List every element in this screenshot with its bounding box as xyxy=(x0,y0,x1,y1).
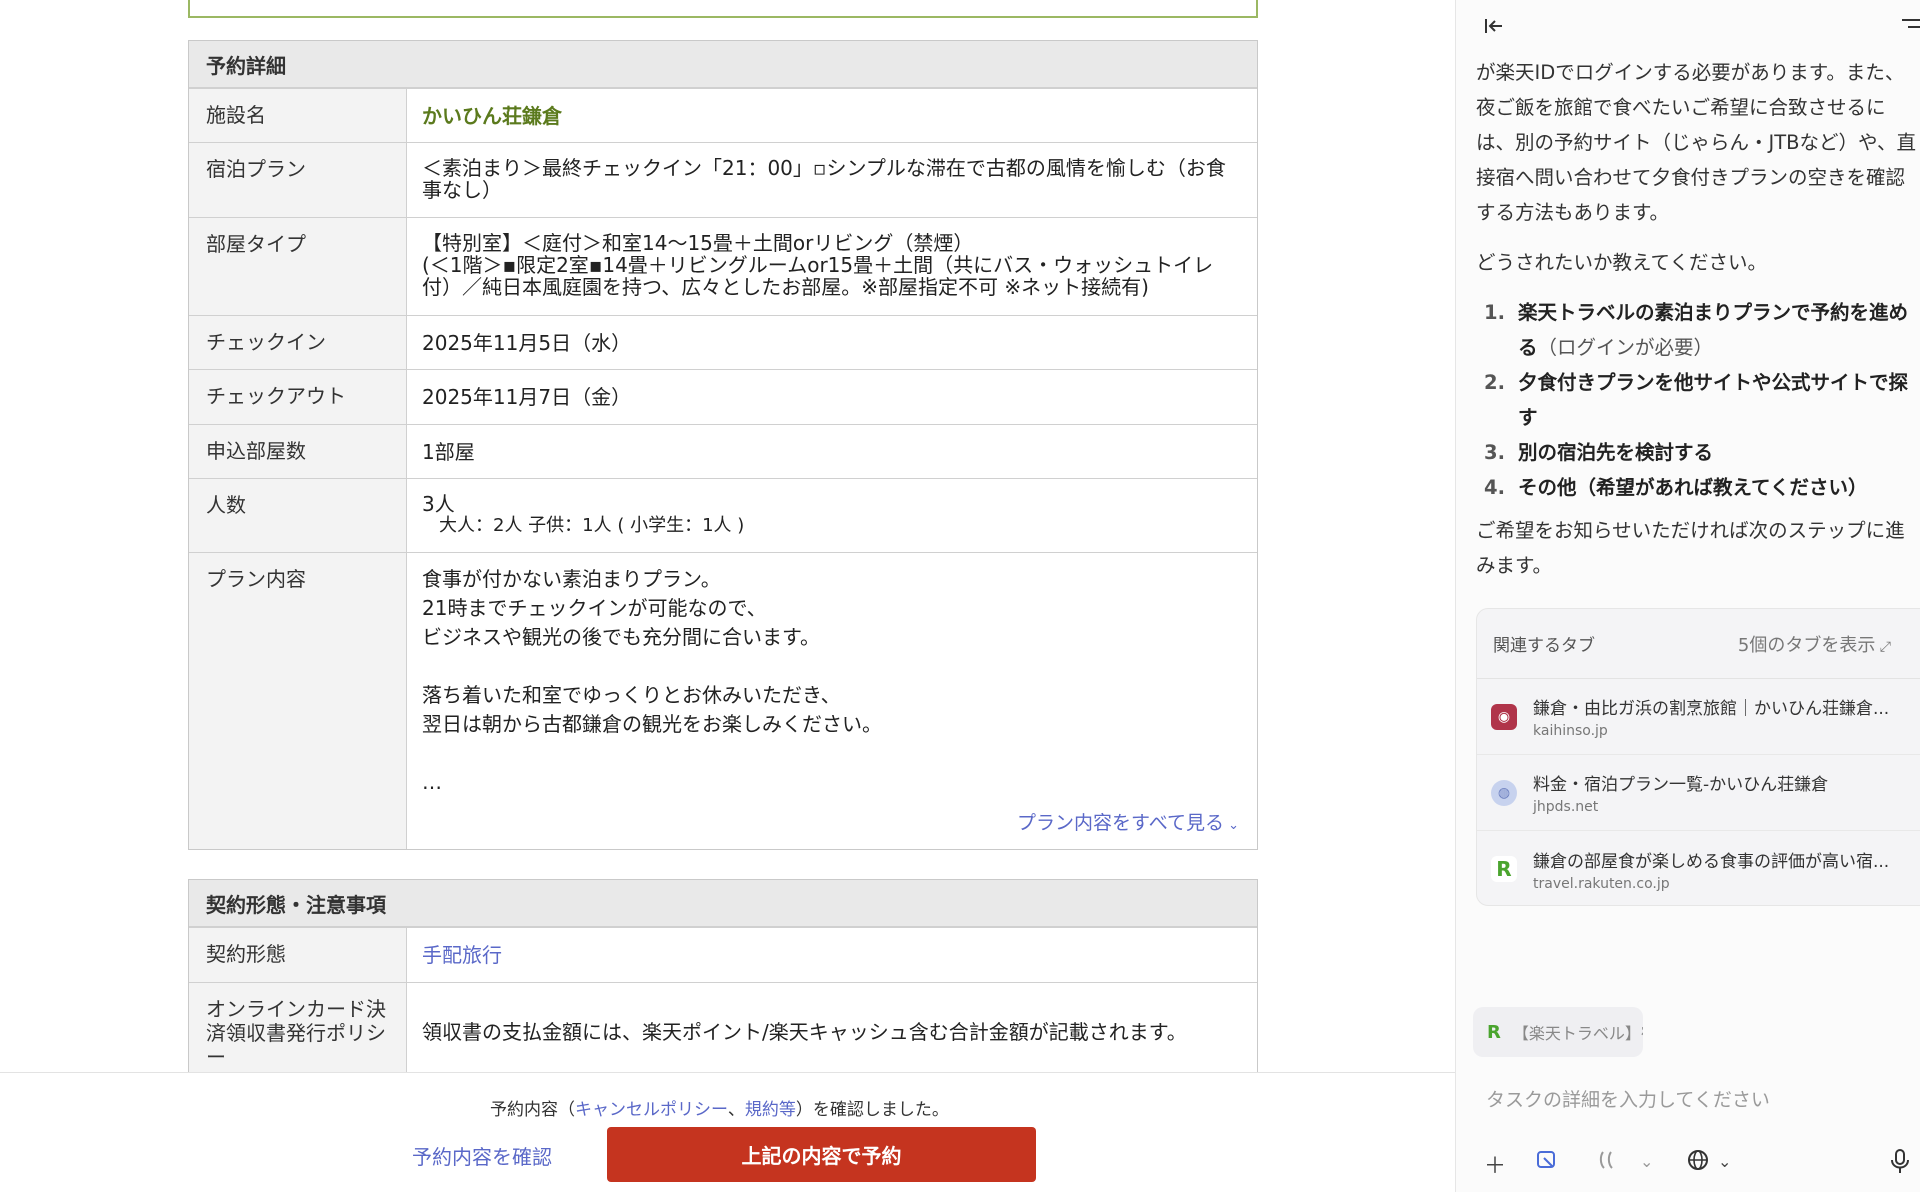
row-label: チェックアウト xyxy=(189,370,407,424)
globe-icon[interactable] xyxy=(1686,1148,1710,1172)
row-label: 部屋タイプ xyxy=(189,218,407,315)
collapse-panel-icon[interactable] xyxy=(1482,14,1506,38)
booking-page: 予約詳細 施設名 かいひん荘鎌倉 宿泊プラン ＜素泊まり＞最終チェックイン「21… xyxy=(0,0,1455,1192)
room-count: 1部屋 xyxy=(422,440,475,464)
message-paragraph: どうされたいか教えてください。 xyxy=(1476,251,1767,274)
plan-line: 食事が付かない素泊まりプラン。 xyxy=(422,567,721,591)
context-tab-chip[interactable]: R 【楽天トラベル】宿 xyxy=(1473,1007,1643,1057)
row-contract-type: 契約形態 手配旅行 xyxy=(189,927,1257,982)
task-input[interactable]: タスクの詳細を入力してください xyxy=(1486,1085,1770,1112)
plan-details: 食事が付かない素泊まりプラン。 21時までチェックインが可能なので、 ビジネスや… xyxy=(407,553,1257,849)
row-label: 申込部屋数 xyxy=(189,425,407,478)
guest-total: 3人 xyxy=(422,492,455,516)
contract-header: 契約形態・注意事項 xyxy=(189,880,1257,927)
related-tab-item[interactable]: R 鎌倉の部屋食が楽しめる食事の評価が高い宿... travel.rakuten… xyxy=(1477,831,1920,905)
row-plan-details: プラン内容 食事が付かない素泊まりプラン。 21時までチェックインが可能なので、… xyxy=(189,552,1257,849)
room-type-line: 【特別室】＜庭付＞和室14〜15畳＋土間orリビング（禁煙） xyxy=(422,231,974,255)
row-label: プラン内容 xyxy=(189,553,407,849)
message-paragraph: ご希望をお知らせいただければ次のステップに進みます。 xyxy=(1476,519,1905,577)
see-all-plan-link[interactable]: プラン内容をすべて見る ⌄ xyxy=(1017,808,1239,835)
confirm-statement: 予約内容（キャンセルポリシー、規約等）を確認しました。 xyxy=(490,1100,949,1120)
row-guests: 人数 3人 大人：2人 子供：1人 ( 小学生：1人 ) xyxy=(189,478,1257,552)
booking-footer: 予約内容（キャンセルポリシー、規約等）を確認しました。 予約内容を確認 上記の内… xyxy=(0,1072,1455,1192)
related-tabs-header: 関連するタブ 5個のタブを表示 ⤢ xyxy=(1477,609,1920,679)
row-label: チェックイン xyxy=(189,316,407,369)
row-label: 施設名 xyxy=(189,89,407,142)
plan-line: 21時までチェックインが可能なので、 xyxy=(422,596,767,620)
message-paragraph: が楽天IDでログインする必要があります。また、夜ご飯を旅館で食べたいご希望に合致… xyxy=(1476,61,1916,224)
tab-domain: jhpds.net xyxy=(1533,799,1599,815)
option-item: 3. 別の宿泊先を検討する xyxy=(1484,441,1714,464)
tab-title: 鎌倉の部屋食が楽しめる食事の評価が高い宿... xyxy=(1533,851,1890,872)
options-list: 1. 楽天トラベルの素泊まりプランで予約を進める（ログインが必要） 2. 夕食付きプ… xyxy=(1476,295,1920,505)
room-type-value: 【特別室】＜庭付＞和室14〜15畳＋土間orリビング（禁煙） (＜1階＞▪限定2… xyxy=(407,218,1257,315)
row-room-type: 部屋タイプ 【特別室】＜庭付＞和室14〜15畳＋土間orリビング（禁煙） (＜1… xyxy=(189,217,1257,315)
plan-line xyxy=(422,739,1242,768)
option-item: 1. 楽天トラベルの素泊まりプランで予約を進める（ログインが必要） xyxy=(1484,301,1909,359)
tab-domain: travel.rakuten.co.jp xyxy=(1533,875,1670,892)
microphone-icon[interactable] xyxy=(1890,1148,1910,1174)
kaihinso-favicon-icon: ◉ xyxy=(1491,703,1517,730)
guest-count: 3人 大人：2人 子供：1人 ( 小学生：1人 ) xyxy=(407,479,1257,552)
mode-icon[interactable] xyxy=(1598,1148,1624,1172)
related-tab-item[interactable]: ◍ 料金・宿泊プラン一覧-かいひん荘鎌倉 jhpds.net xyxy=(1477,755,1920,831)
terms-link[interactable]: 規約等 xyxy=(745,1100,796,1120)
row-checkout: チェックアウト 2025年11月7日（金） xyxy=(189,369,1257,424)
related-tabs-card: 関連するタブ 5個のタブを表示 ⤢ ◉ 鎌倉・由比ガ浜の割烹旅館｜かいひん荘鎌倉… xyxy=(1476,608,1920,906)
room-type-line: (＜1階＞▪限定2室▪14畳＋リビングルームor15畳＋土間（共にバス・ウォッシ… xyxy=(422,253,1214,299)
related-tab-item[interactable]: ◉ 鎌倉・由比ガ浜の割烹旅館｜かいひん荘鎌倉... kaihinso.jp xyxy=(1477,679,1920,755)
plan-line: 落ち着いた和室でゆっくりとお休みいただき、 xyxy=(422,683,841,707)
contract-type-link[interactable]: 手配旅行 xyxy=(407,928,1257,982)
facility-name: かいひん荘鎌倉 xyxy=(422,104,562,128)
related-tabs-label: 関連するタブ xyxy=(1493,636,1595,656)
menu-icon[interactable] xyxy=(1898,16,1920,36)
contract-table: 契約形態・注意事項 契約形態 手配旅行 オンラインカード決済領収書発行ポリシー … xyxy=(188,879,1258,1093)
tab-domain: kaihinso.jp xyxy=(1533,723,1608,739)
confirm-reservation-link[interactable]: 予約内容を確認 xyxy=(412,1141,552,1170)
row-rooms: 申込部屋数 1部屋 xyxy=(189,424,1257,478)
show-tabs-button[interactable]: 5個のタブを表示 ⤢ xyxy=(1738,631,1891,657)
row-checkin: チェックイン 2025年11月5日（水） xyxy=(189,315,1257,369)
row-label: 人数 xyxy=(189,479,407,552)
chevron-down-icon: ⌄ xyxy=(1223,818,1239,833)
option-item: 4. その他（希望があれば教えてください） xyxy=(1484,476,1868,499)
row-label: 宿泊プラン xyxy=(189,143,407,217)
plan-line xyxy=(422,652,1242,681)
tab-title: 鎌倉・由比ガ浜の割烹旅館｜かいひん荘鎌倉... xyxy=(1533,699,1890,719)
row-label: 契約形態 xyxy=(189,928,407,982)
plan-line: ビジネスや観光の後でも充分間に合います。 xyxy=(422,625,820,649)
expand-icon: ⤢ xyxy=(1875,638,1891,655)
plan-line: 翌日は朝から古都鎌倉の観光をお楽しみください。 xyxy=(422,712,882,736)
chevron-down-icon[interactable]: ⌄ xyxy=(1640,1152,1653,1171)
checkout-date: 2025年11月7日（金） xyxy=(422,385,632,409)
rakuten-icon: R xyxy=(1487,1021,1501,1043)
option-item: 2. 夕食付きプランを他サイトや公式サイトで探す xyxy=(1484,371,1909,429)
plan-name: ＜素泊まり＞最終チェックイン「21：00」▫シンプルな滞在で古都の風情を愉しむ（… xyxy=(422,156,1226,202)
row-facility: 施設名 かいひん荘鎌倉 xyxy=(189,88,1257,142)
plan-line: … xyxy=(422,770,442,794)
assistant-panel: が楽天IDでログインする必要があります。また、夜ご飯を旅館で食べたいご希望に合致… xyxy=(1456,0,1920,1192)
globe-favicon-icon: ◍ xyxy=(1491,779,1517,806)
rakuten-favicon-icon: R xyxy=(1491,856,1517,882)
cancel-policy-link[interactable]: キャンセルポリシー xyxy=(575,1100,728,1120)
reserve-button[interactable]: 上記の内容で予約 xyxy=(607,1127,1036,1182)
row-plan: 宿泊プラン ＜素泊まり＞最終チェックイン「21：00」▫シンプルな滞在で古都の風… xyxy=(189,142,1257,217)
tab-title: 料金・宿泊プラン一覧-かいひん荘鎌倉 xyxy=(1533,775,1829,795)
screenshot-icon[interactable] xyxy=(1535,1148,1559,1172)
previous-section-box xyxy=(188,0,1258,18)
guest-breakdown: 大人：2人 子供：1人 ( 小学生：1人 ) xyxy=(439,515,745,536)
chevron-down-icon[interactable]: ⌄ xyxy=(1718,1152,1731,1171)
add-icon[interactable]: ＋ xyxy=(1484,1148,1506,1180)
assistant-message: が楽天IDでログインする必要があります。また、夜ご飯を旅館で食べたいご希望に合致… xyxy=(1476,55,1920,598)
reservation-details-table: 予約詳細 施設名 かいひん荘鎌倉 宿泊プラン ＜素泊まり＞最終チェックイン「21… xyxy=(188,40,1258,850)
reservation-details-header: 予約詳細 xyxy=(189,41,1257,88)
checkin-date: 2025年11月5日（水） xyxy=(422,331,632,355)
